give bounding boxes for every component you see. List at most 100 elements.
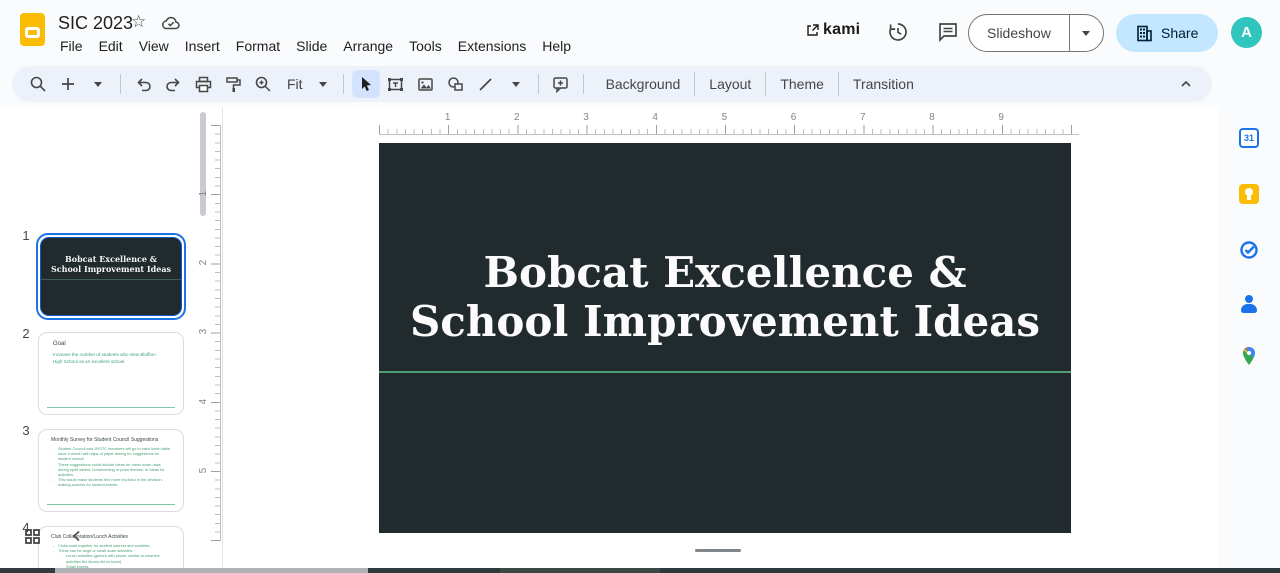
text-box-icon[interactable] [382, 70, 410, 98]
undo-icon[interactable] [129, 70, 157, 98]
kami-label: kami [823, 21, 860, 39]
menu-item[interactable]: Extensions [450, 36, 534, 58]
chevron-down-icon [319, 82, 327, 87]
paint-format-icon[interactable] [219, 70, 247, 98]
slide-canvas-area: 123456789 12345 Bobcat Excellence & Scho… [222, 108, 1218, 568]
redo-icon[interactable] [159, 70, 187, 98]
cloud-saved-icon[interactable] [160, 14, 182, 32]
speaker-notes-resize-handle[interactable] [695, 549, 741, 552]
top-bar: SIC 2023 ☆ FileEditViewInsertFormatSlide… [0, 0, 1280, 108]
zoom-fit-dropdown[interactable]: Fit [279, 70, 335, 98]
chevron-down-icon [1082, 31, 1090, 36]
hide-filmstrip-chevron[interactable] [70, 529, 84, 543]
slideshow-button[interactable]: Slideshow [969, 15, 1069, 51]
account-avatar[interactable]: A [1231, 17, 1262, 48]
google-tasks-icon[interactable] [1239, 240, 1259, 260]
horizontal-ruler: 123456789 [379, 112, 1079, 138]
kami-extension-link[interactable]: kami [806, 21, 860, 39]
ruler-number: 2 [482, 112, 551, 123]
insert-comment-icon[interactable] [547, 70, 575, 98]
menu-item[interactable]: Tools [401, 36, 450, 58]
menu-item[interactable]: Insert [177, 36, 228, 58]
new-slide-dropdown[interactable] [84, 70, 112, 98]
ruler-number: 3 [169, 329, 238, 335]
slides-logo-window [25, 27, 40, 38]
google-calendar-icon[interactable]: 31 [1239, 128, 1259, 148]
slideshow-dropdown-button[interactable] [1069, 15, 1103, 51]
divider [120, 74, 121, 94]
search-menus-icon[interactable] [24, 70, 52, 98]
menu-item[interactable]: Format [228, 36, 288, 58]
comments-icon[interactable] [936, 20, 960, 44]
ruler-number: 1 [413, 112, 482, 123]
insert-shape-icon[interactable] [442, 70, 470, 98]
insert-line-dropdown[interactable] [502, 70, 530, 98]
google-slides-logo-icon[interactable] [20, 13, 45, 46]
side-panel: 31 [1218, 62, 1280, 568]
menu-item[interactable]: Slide [288, 36, 335, 58]
star-favorite-icon[interactable]: ☆ [131, 12, 146, 32]
insert-image-icon[interactable] [412, 70, 440, 98]
ruler-number: 3 [551, 112, 620, 123]
slide-thumbnail-4[interactable]: Club Collaboration/Lunch Activities Club… [38, 526, 184, 573]
slide-thumbnail-3[interactable]: Monthly Survey for Student Council Sugge… [38, 429, 184, 512]
ruler-number: 1 [169, 191, 238, 197]
zoom-icon[interactable] [249, 70, 277, 98]
google-contacts-icon[interactable] [1239, 294, 1259, 314]
external-link-icon [806, 24, 819, 37]
thumb-bullet: This would make students feel more invol… [53, 477, 171, 487]
print-icon[interactable] [189, 70, 217, 98]
thumb-bullet: Lunch activities (games with prizes, sim… [61, 553, 171, 563]
vertical-ruler: 12345 [207, 125, 221, 541]
toolbar: Fit BackgroundLayoutThemeTransition [12, 66, 1212, 102]
filmstrip: 1 Bobcat Excellence &School Improvement … [0, 108, 196, 568]
bottom-window-edge [0, 568, 1280, 573]
slide-number: 1 [18, 228, 34, 243]
toolbar-text-button[interactable]: Background [592, 72, 695, 96]
slide-number: 2 [18, 326, 34, 341]
divider [583, 74, 584, 94]
share-label: Share [1161, 25, 1198, 41]
menu-item[interactable]: Help [534, 36, 579, 58]
version-history-icon[interactable] [886, 20, 910, 44]
toolbar-text-button[interactable]: Theme [765, 72, 838, 96]
select-tool-icon[interactable] [352, 70, 380, 98]
thumb-accent-line [47, 504, 175, 505]
slide-thumbnail-2[interactable]: Goal Increase the number of students who… [38, 332, 184, 415]
thumb-accent-line [47, 407, 175, 408]
ruler-number: 5 [169, 468, 238, 474]
menu-bar: FileEditViewInsertFormatSlideArrangeTool… [52, 36, 579, 58]
share-button[interactable]: Share [1116, 14, 1218, 52]
zoom-value: Fit [287, 76, 303, 92]
thumb-bullet: These suggestions could include ideas fo… [53, 462, 171, 478]
ruler-number: 8 [897, 112, 966, 123]
thumb-bullet: Student Council and JROTC members will g… [53, 446, 171, 462]
ruler-number: 6 [759, 112, 828, 123]
menu-item[interactable]: File [52, 36, 91, 58]
insert-line-icon[interactable] [472, 70, 500, 98]
menu-item[interactable]: Edit [91, 36, 131, 58]
menu-item[interactable]: Arrange [335, 36, 401, 58]
divider [343, 74, 344, 94]
new-slide-button[interactable] [54, 70, 82, 98]
google-maps-icon[interactable] [1239, 346, 1259, 366]
toolbar-text-button[interactable]: Transition [838, 72, 928, 96]
slide-thumbnail-1[interactable]: Bobcat Excellence &School Improvement Id… [40, 237, 182, 316]
ruler-number: 2 [169, 260, 238, 266]
slide-accent-line[interactable] [379, 371, 1071, 373]
menu-item[interactable]: View [131, 36, 177, 58]
google-keep-icon[interactable] [1239, 184, 1259, 204]
divider [538, 74, 539, 94]
slide-editor[interactable]: Bobcat Excellence & School Improvement I… [379, 143, 1071, 533]
slideshow-button-group: Slideshow [968, 14, 1104, 52]
slide-title-textbox[interactable]: Bobcat Excellence & School Improvement I… [379, 248, 1071, 346]
toolbar-text-button[interactable]: Layout [694, 72, 765, 96]
thumb-accent-line [41, 279, 181, 280]
slide-action-buttons: BackgroundLayoutThemeTransition [592, 72, 928, 96]
ruler-number: 5 [690, 112, 759, 123]
grid-view-icon[interactable] [24, 528, 41, 545]
document-title[interactable]: SIC 2023 [58, 13, 133, 34]
ruler-number: 4 [169, 398, 238, 404]
hide-menus-icon[interactable] [1172, 70, 1200, 98]
ruler-number: 9 [967, 112, 1036, 123]
